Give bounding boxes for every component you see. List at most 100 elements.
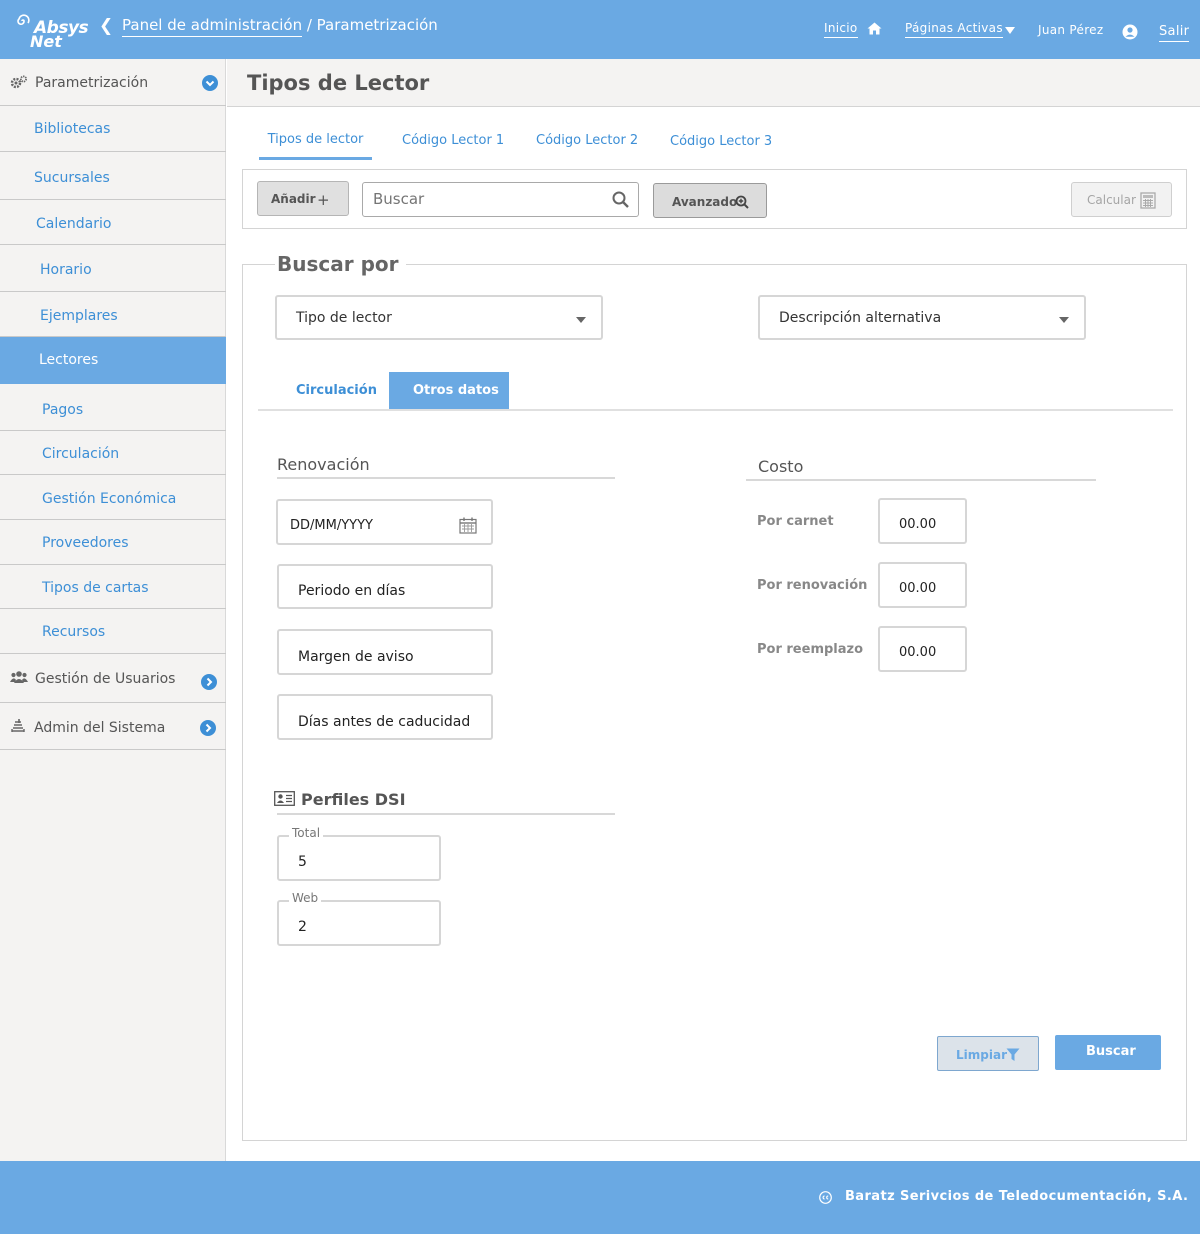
sidebar-item-proveedores[interactable]: Proveedores [0,520,226,565]
sidebar-item-pagos[interactable]: Pagos [0,384,226,431]
sidebar-item-gestion-economica[interactable]: Gestión Económica [0,475,226,520]
footer: Baratz Serivcios de Teledocumentación, S… [0,1161,1200,1234]
caret-down-icon[interactable] [1005,27,1015,34]
cost-divider [746,479,1096,481]
add-button-label: Añadir [271,192,316,206]
cost-renewal-field[interactable]: 00.00 [878,562,967,608]
sidebar-item-label: Lectores [39,352,99,368]
alt-description-select[interactable]: Descripción alternativa [758,295,1086,340]
chevron-right-circle-icon[interactable] [200,720,216,736]
sidebar-item-tipos-de-cartas[interactable]: Tipos de cartas [0,565,226,609]
search-icon[interactable] [612,191,629,208]
logout-link[interactable]: Salir [1159,24,1190,42]
days-before-expiry-field[interactable]: Días antes de caducidad [277,694,493,740]
reader-type-select[interactable]: Tipo de lector [275,295,603,340]
toolbar: Añadir + Avanzado Calcular [242,169,1187,229]
subtab-label: Otros datos [413,383,499,398]
page-title: Tipos de Lector [247,71,430,95]
sidebar-item-label: Horario [40,262,92,278]
calendar-icon[interactable] [459,517,477,534]
reader-type-select-value: Tipo de lector [296,310,392,326]
server-stack-icon [11,719,25,732]
sidebar-item-recursos[interactable]: Recursos [0,609,226,654]
sidebar-item-sucursales[interactable]: Sucursales [0,152,226,200]
home-icon[interactable] [867,22,882,35]
days-placeholder: Días antes de caducidad [298,714,471,730]
tab-tipos-de-lector[interactable]: Tipos de lector [259,132,372,160]
tab-codigo-lector-2[interactable]: Código Lector 2 [536,133,638,148]
home-link[interactable]: Inicio [824,21,858,38]
search-button-label: Buscar [1086,1044,1136,1059]
dsi-total-value: 5 [298,854,307,870]
cost-replacement-field[interactable]: 00.00 [878,626,967,672]
search-panel-legend: Buscar por [275,252,407,276]
tab-codigo-lector-3[interactable]: Código Lector 3 [670,134,772,149]
calculate-button[interactable]: Calcular [1071,182,1172,217]
sidebar-item-calendario[interactable]: Calendario [0,200,226,245]
swirl-logo-icon [17,14,30,25]
breadcrumb-current: / Parametrización [302,16,438,34]
sidebar-item-lectores[interactable]: Lectores [0,337,226,384]
absysnet-logo[interactable]: Absys Net [14,12,89,51]
dsi-section-title: Perfiles DSI [301,790,406,809]
subtab-otros-datos[interactable]: Otros datos [389,372,509,409]
add-button[interactable]: Añadir + [257,181,349,216]
sidebar-item-label: Gestión Económica [42,491,177,507]
sidebar-section-label: Parametrización [35,75,149,91]
cost-card-field[interactable]: 00.00 [878,498,967,544]
calculator-icon [1140,192,1156,209]
active-pages-link[interactable]: Páginas Activas [905,21,1003,38]
subtab-divider [258,409,1173,411]
breadcrumb: Panel de administración / Parametrizació… [122,16,438,37]
dsi-web-value: 2 [298,919,307,935]
advanced-button-label: Avanzado [672,195,738,209]
sidebar-item-label: Proveedores [42,535,129,551]
sidebar-item-bibliotecas[interactable]: Bibliotecas [0,107,226,152]
dsi-web-label: Web [289,891,322,905]
caret-down-icon [576,317,586,323]
renewal-section-title: Renovación [277,455,370,474]
back-chevron-icon[interactable]: ❮ [99,16,113,36]
sidebar-section-parametrizacion[interactable]: Parametrización [0,59,226,106]
id-card-icon [274,791,295,806]
search-field[interactable] [362,182,639,217]
dsi-web-field[interactable]: Web 2 [277,891,441,946]
sidebar-item-label: Pagos [42,402,84,418]
user-name: Juan Pérez [1038,23,1104,37]
search-input[interactable] [373,190,603,208]
sidebar-section-admin-sistema[interactable]: Admin del Sistema [0,703,226,750]
renewal-period-field[interactable]: Periodo en días [277,564,493,609]
sidebar-item-horario[interactable]: Horario [0,245,226,292]
calculate-button-label: Calcular [1087,193,1136,207]
users-icon [10,671,28,683]
sidebar-section-gestion-usuarios[interactable]: Gestión de Usuarios [0,654,226,703]
renewal-date-field[interactable]: DD/MM/YYYY [276,499,493,545]
user-avatar-icon[interactable] [1122,24,1138,40]
cost-renewal-label: Por renovación [757,578,868,593]
sidebar-item-label: Circulación [42,446,120,462]
alt-description-select-value: Descripción alternativa [779,310,942,326]
cost-renewal-value: 00.00 [899,581,937,596]
cost-replacement-label: Por reemplazo [757,642,864,657]
sidebar-item-ejemplares[interactable]: Ejemplares [0,292,226,337]
date-placeholder: DD/MM/YYYY [290,518,373,533]
tab-codigo-lector-1[interactable]: Código Lector 1 [402,133,504,148]
cost-replacement-value: 00.00 [899,645,937,660]
zoom-in-icon [735,195,749,209]
subtab-circulacion[interactable]: Circulación [282,372,380,409]
subtab-label: Circulación [296,383,377,398]
breadcrumb-admin-panel[interactable]: Panel de administración [122,16,303,37]
sidebar-item-label: Sucursales [34,170,110,186]
sidebar-item-circulacion[interactable]: Circulación [0,431,226,475]
top-header: Absys Net ❮ Panel de administración / Pa… [0,0,1200,59]
notice-margin-field[interactable]: Margen de aviso [277,629,493,675]
chevron-down-circle-icon[interactable] [202,75,218,91]
advanced-search-button[interactable]: Avanzado [653,183,767,218]
caret-down-icon [1059,317,1069,323]
chevron-right-circle-icon[interactable] [201,674,217,690]
search-button[interactable]: Buscar [1055,1035,1161,1070]
dsi-total-field[interactable]: Total 5 [277,826,441,881]
sidebar-item-label: Recursos [42,624,106,640]
clear-button[interactable]: Limpiar [937,1036,1039,1071]
page-title-bar: Tipos de Lector [227,59,1200,107]
